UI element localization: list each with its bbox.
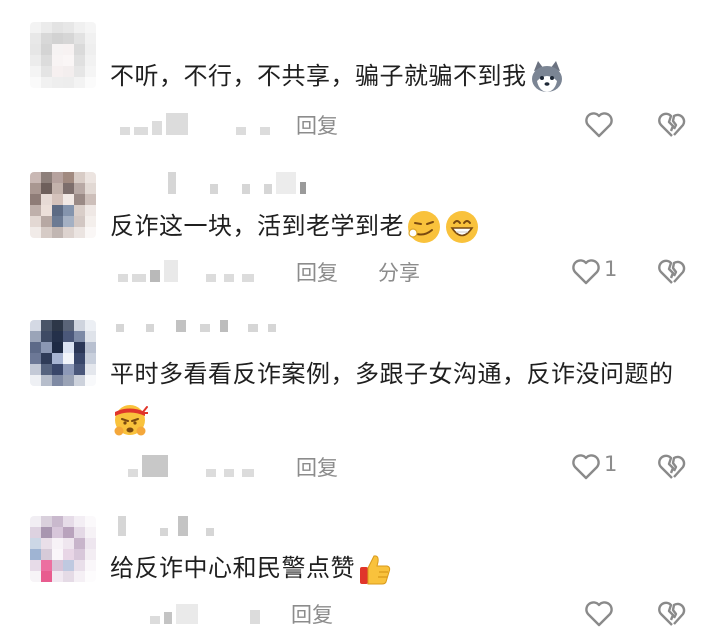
broken-heart-icon[interactable] xyxy=(656,451,688,481)
like-count: 1 xyxy=(604,452,618,476)
reply-button[interactable]: 回复 xyxy=(296,110,338,140)
comment-text-content: 不听，不行，不共享，骗子就骗不到我 xyxy=(110,62,527,90)
comment-meta-row: 回复 1 xyxy=(0,451,720,481)
timestamp-blur xyxy=(120,109,188,135)
heart-outline-icon[interactable] xyxy=(570,256,602,286)
comment-text-content: 平时多看看反诈案例，多跟子女沟通，反诈没问题的 xyxy=(110,360,674,388)
husky-emoji xyxy=(531,61,562,92)
reply-button[interactable]: 回复 xyxy=(296,257,338,287)
comment-text: 给反诈中心和民警点赞 xyxy=(110,546,690,590)
avatar[interactable] xyxy=(30,320,96,386)
share-button[interactable]: 分享 xyxy=(378,257,420,287)
comment-meta-row: 回复 分享 1 xyxy=(0,256,720,286)
broken-heart-icon[interactable] xyxy=(656,109,688,139)
username-blur xyxy=(116,320,276,332)
comment-text-content: 反诈这一块，活到老学到老 xyxy=(110,212,404,240)
heart-outline-icon[interactable] xyxy=(583,598,615,628)
comment-text-content: 给反诈中心和民警点赞 xyxy=(110,554,355,582)
timestamp-blur xyxy=(118,256,178,282)
thumbs-up-emoji xyxy=(360,555,391,585)
reply-button[interactable]: 回复 xyxy=(296,452,338,482)
grin-emoji xyxy=(446,211,478,243)
comment-text: 反诈这一块，活到老学到老 xyxy=(110,204,690,248)
reply-button[interactable]: 回复 xyxy=(291,599,333,629)
like-count: 1 xyxy=(604,257,618,281)
heart-outline-icon[interactable] xyxy=(570,451,602,481)
comment-meta-row: 回复 xyxy=(0,109,720,139)
broken-heart-icon[interactable] xyxy=(656,256,688,286)
timestamp-blur xyxy=(150,598,198,624)
smirk-emoji xyxy=(408,211,440,243)
location-blur xyxy=(250,598,260,624)
location-blur xyxy=(206,451,254,477)
comment-meta-row: 回复 xyxy=(0,598,720,628)
username-blur xyxy=(168,172,306,194)
location-blur xyxy=(236,109,270,135)
location-blur xyxy=(206,256,254,282)
comment-text: 不听，不行，不共享，骗子就骗不到我 xyxy=(110,54,690,98)
comment-text: 平时多看看反诈案例，多跟子女沟通，反诈没问题的 xyxy=(110,352,690,440)
heart-outline-icon[interactable] xyxy=(583,109,615,139)
timestamp-blur xyxy=(128,451,168,477)
username-blur xyxy=(118,516,214,536)
broken-heart-icon[interactable] xyxy=(656,598,688,628)
avatar[interactable] xyxy=(30,172,96,238)
determined-headband-emoji xyxy=(114,405,148,436)
avatar[interactable] xyxy=(30,516,96,582)
avatar[interactable] xyxy=(30,22,96,88)
